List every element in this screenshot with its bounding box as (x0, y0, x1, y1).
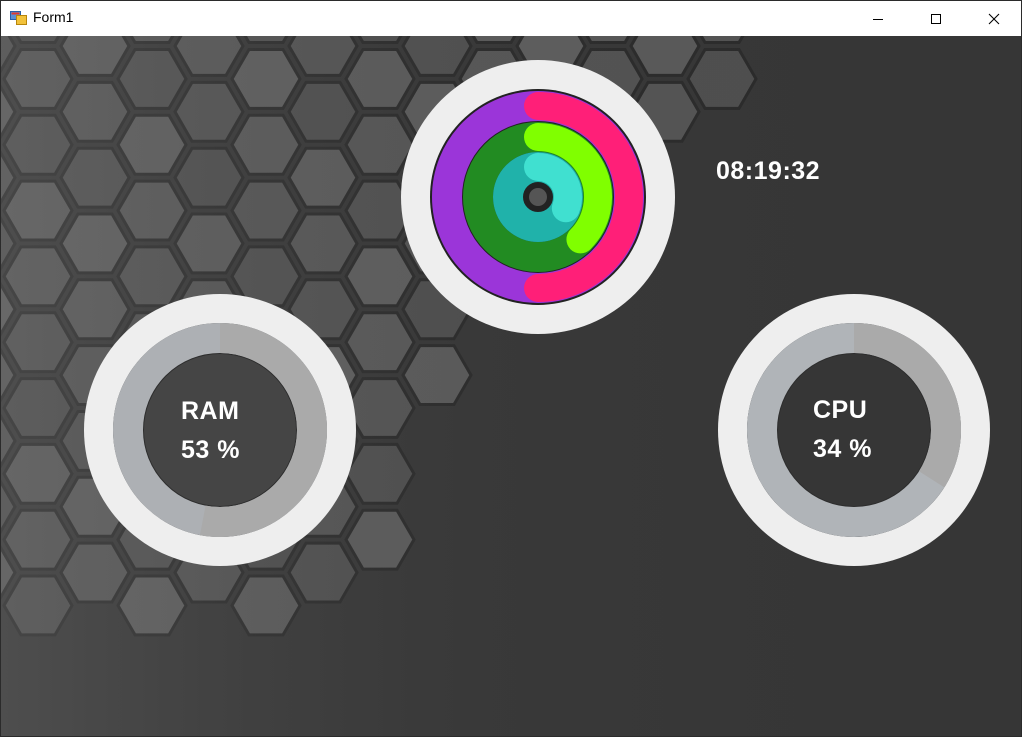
ram-value: 53 % (181, 436, 240, 464)
maximize-icon (931, 13, 941, 24)
minimize-icon (873, 18, 883, 20)
ram-label: RAM (181, 397, 240, 425)
cpu-value: 34 % (813, 435, 872, 463)
rings-center-dot (529, 188, 547, 206)
title-bar[interactable]: Form1 (1, 1, 1021, 36)
close-icon (988, 13, 1000, 24)
ram-readout: RAM 53 % (181, 392, 240, 470)
clock-time: 08:19:32 (716, 157, 821, 185)
window-title: Form1 (33, 9, 74, 25)
winforms-app-icon (10, 11, 27, 25)
app-window: Form1 08:19:32 RAM 53 % CPU 34 % (0, 0, 1022, 737)
minimize-button[interactable] (849, 1, 907, 36)
maximize-button[interactable] (907, 1, 965, 36)
activity-rings-widget (401, 60, 675, 334)
cpu-readout: CPU 34 % (813, 391, 872, 469)
close-button[interactable] (965, 1, 1021, 36)
form-client-area: 08:19:32 RAM 53 % CPU 34 % (1, 36, 1021, 736)
cpu-label: CPU (813, 396, 868, 424)
